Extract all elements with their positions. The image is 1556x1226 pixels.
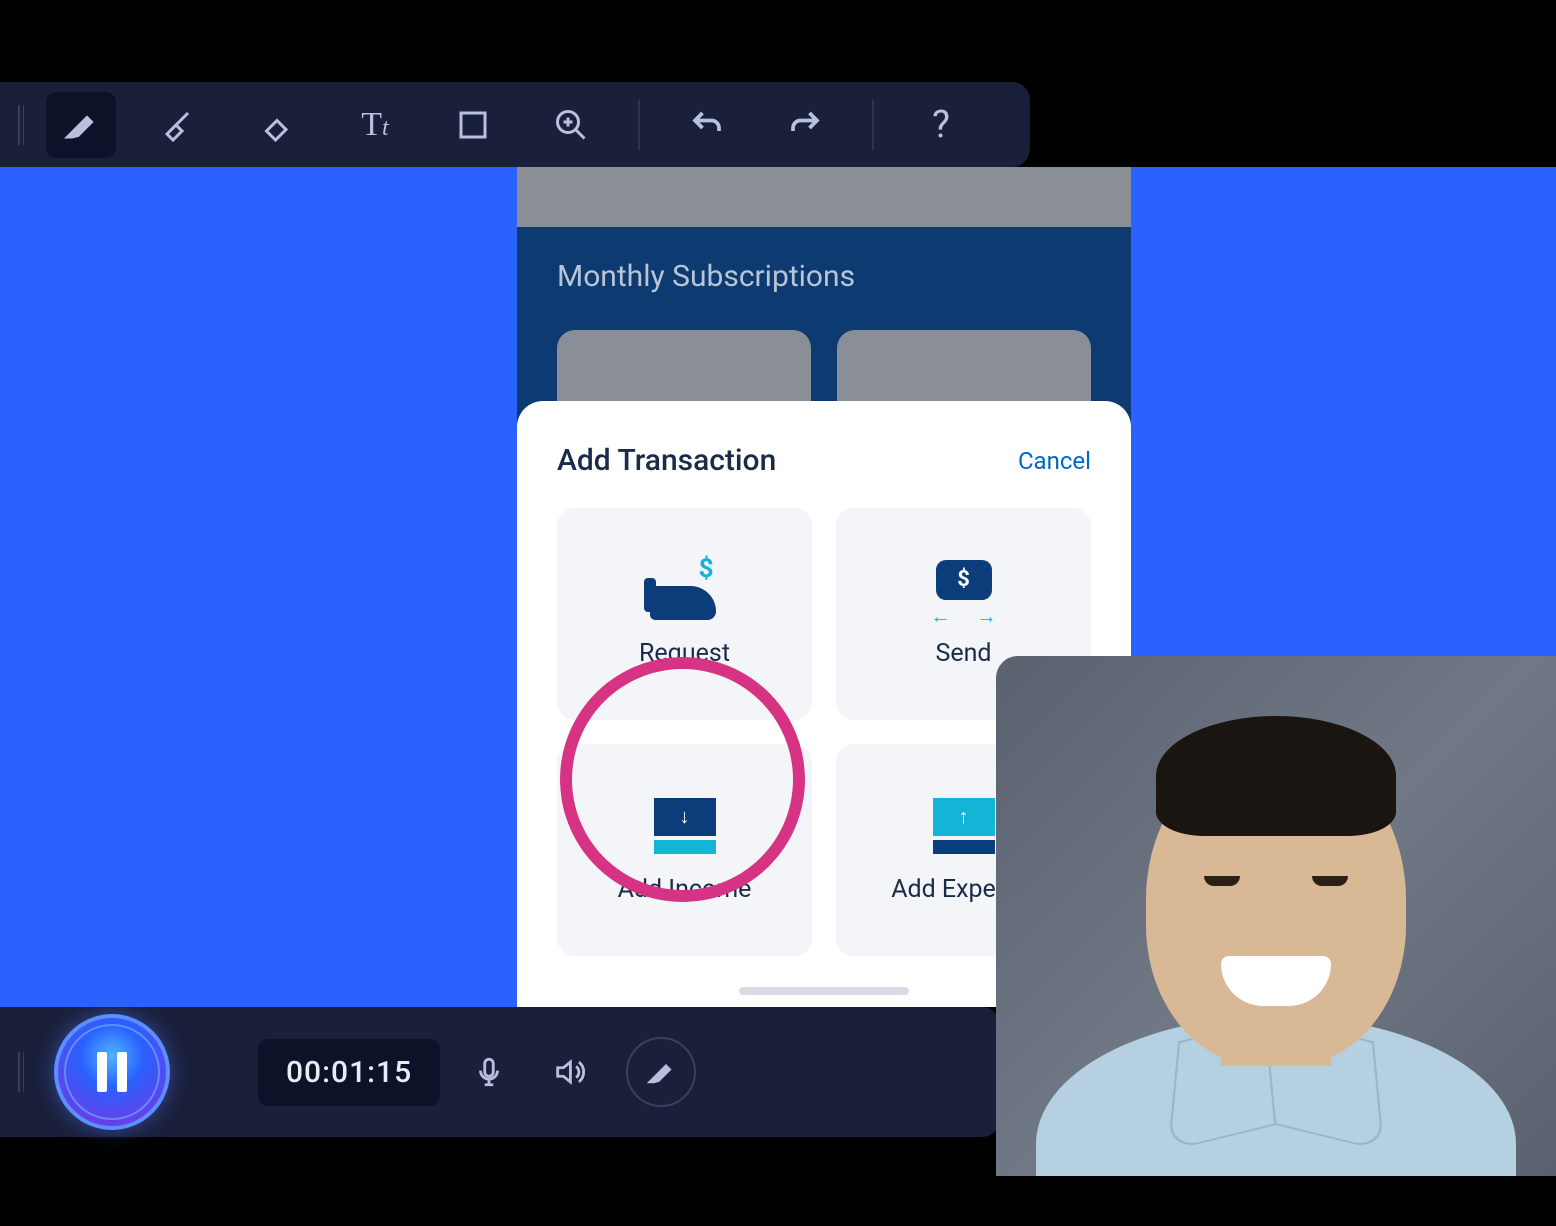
send-icon: $ ←→ [929, 561, 999, 619]
pause-button[interactable] [54, 1014, 170, 1130]
income-icon: ↓ [650, 797, 720, 855]
request-icon: $ [650, 561, 720, 619]
highlighter-tool-button[interactable] [144, 92, 214, 158]
draw-toggle-button[interactable] [626, 1037, 696, 1107]
recording-controls: 00:01:15 [0, 1007, 1000, 1137]
eraser-tool-button[interactable] [242, 92, 312, 158]
microphone-button[interactable] [458, 1041, 520, 1103]
help-button[interactable]: ? [906, 92, 976, 158]
undo-button[interactable] [672, 92, 742, 158]
section-title: Monthly Subscriptions [557, 259, 1091, 294]
pen-tool-button[interactable] [46, 92, 116, 158]
redo-button[interactable] [770, 92, 840, 158]
text-tool-button[interactable]: Tt [340, 92, 410, 158]
zoom-tool-button[interactable] [536, 92, 606, 158]
annotation-toolbar: Tt ? [0, 82, 1030, 167]
toolbar-separator [872, 100, 874, 150]
cancel-button[interactable]: Cancel [1018, 447, 1091, 475]
sheet-drag-handle[interactable] [739, 987, 909, 995]
shape-tool-button[interactable] [438, 92, 508, 158]
pause-icon [97, 1052, 127, 1092]
speaker-button[interactable] [538, 1041, 600, 1103]
toolbar-separator [638, 100, 640, 150]
sheet-title: Add Transaction [557, 443, 776, 478]
tile-label: Send [935, 639, 991, 668]
webcam-thumbnail[interactable] [996, 656, 1556, 1176]
tile-label: Add Income [618, 875, 752, 904]
drag-handle-icon[interactable] [18, 1052, 24, 1092]
drag-handle-icon[interactable] [18, 105, 24, 145]
request-tile[interactable]: $ Request [557, 508, 812, 720]
tile-label: Request [639, 639, 730, 668]
add-income-tile[interactable]: ↓ Add Income [557, 744, 812, 956]
recording-timer: 00:01:15 [258, 1039, 440, 1106]
expense-icon: ↑ [929, 797, 999, 855]
